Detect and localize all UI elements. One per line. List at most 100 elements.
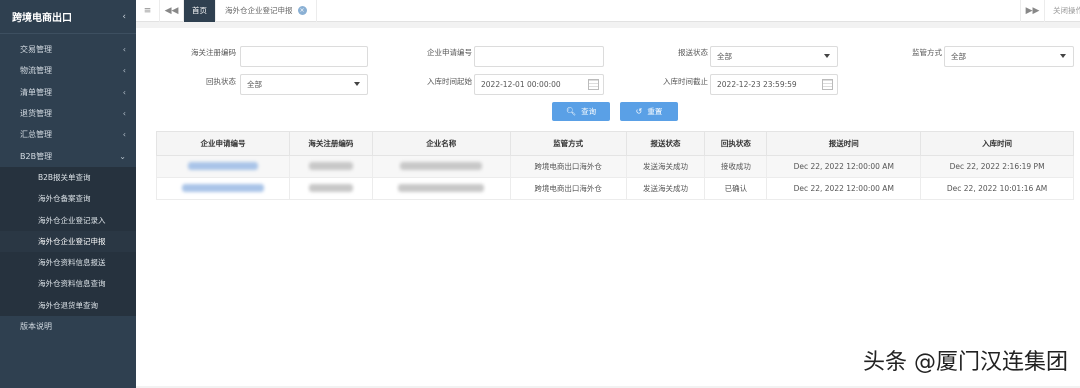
sidebar-item-label: 物流管理 [20, 66, 52, 76]
table-cell: Dec 22, 2022 12:00:00 AM [766, 155, 922, 178]
sidebar-subitem-b2b-declaration[interactable]: B2B报关单查询 [0, 167, 136, 188]
sidebar-brand: 跨境电商出口 ‹ [0, 0, 136, 34]
supervision-label: 监管方式 [912, 48, 942, 57]
customs-code-input[interactable] [240, 46, 368, 67]
entry-end-input[interactable]: 2022-12-23 23:59:59 [710, 74, 838, 95]
table-cell: 跨境电商出口海外仓 [509, 155, 627, 178]
redacted-enterprise-name [398, 183, 485, 192]
sidebar: 跨境电商出口 ‹ 交易管理 ‹ 物流管理 ‹ 清单管理 ‹ 退货管理 ‹ 汇总管理 ‹ B… [0, 0, 136, 388]
redacted-customs-code [308, 161, 353, 170]
table-cell: 接收成功 [704, 155, 768, 178]
enterprise-no-label: 企业申请编号 [427, 48, 472, 57]
results-table: 企业申请编号 海关注册编码 企业名称 监管方式 报送状态 回执状态 报送时间 入… [156, 131, 1074, 200]
supervision-select[interactable]: 全部 [944, 46, 1074, 67]
enterprise-no-input[interactable] [474, 46, 604, 67]
close-tab-icon[interactable]: × [297, 6, 307, 15]
dropdown-caret-icon [824, 54, 830, 58]
report-status-label: 报送状态 [678, 48, 708, 57]
sidebar-subitem-info-query[interactable]: 海外仓资料信息查询 [0, 273, 136, 294]
dropdown-caret-icon [354, 82, 360, 86]
query-button-label: 查询 [581, 107, 597, 116]
column-header[interactable]: 海关注册编码 [288, 131, 373, 156]
table-cell-redacted [288, 155, 373, 178]
dropdown-caret-icon [1060, 54, 1066, 58]
chevron-left-icon: ‹ [122, 130, 126, 140]
supervision-value: 全部 [951, 52, 966, 61]
table-cell-redacted [288, 177, 373, 200]
sidebar-subitem-info-submit[interactable]: 海外仓资料信息报送 [0, 252, 136, 273]
tab-label: 海外仓企业登记申报 [225, 6, 293, 15]
entry-end-value: 2022-12-23 23:59:59 [717, 80, 797, 89]
sidebar-item-trade[interactable]: 交易管理 ‹ [0, 39, 136, 60]
sidebar-subitem-warehouse-record[interactable]: 海外仓备案查询 [0, 188, 136, 209]
sidebar-subitem-enterprise-declare[interactable]: 海外仓企业登记申报 [0, 230, 136, 252]
calendar-icon[interactable] [822, 79, 833, 90]
column-header[interactable]: 企业名称 [371, 131, 511, 156]
redacted-enterprise-no [181, 183, 264, 192]
main-panel: 海关注册编码 企业申请编号 报送状态 全部 监管方式 全部 回执状态 全部 入库… [136, 28, 1080, 386]
table-cell: 发送海关成功 [625, 155, 706, 178]
menu-toggle-icon[interactable]: ≡ [136, 0, 160, 22]
b2b-submenu: B2B报关单查询 海外仓备案查询 海外仓企业登记录入 海外仓企业登记申报 海外仓… [0, 166, 136, 316]
redacted-enterprise-name [400, 161, 483, 170]
table-row[interactable]: 跨境电商出口海外仓 发送海关成功 已确认 Dec 22, 2022 12:00:… [156, 177, 1074, 200]
table-cell-redacted [156, 177, 290, 200]
column-header[interactable]: 监管方式 [509, 131, 627, 156]
collapse-chevron-icon[interactable]: ‹ [122, 12, 126, 22]
top-tab-bar: ≡ ◀◀ 首页 海外仓企业登记申报 × ▶▶ 关闭操作 [136, 0, 1080, 22]
sidebar-item-label: 退货管理 [20, 109, 52, 119]
table-cell: Dec 22, 2022 10:01:16 AM [920, 177, 1074, 200]
entry-end-label: 入库时间截止 [663, 77, 708, 86]
query-button[interactable]: 🔍︎ 查询 [552, 102, 610, 121]
sidebar-item-logistics[interactable]: 物流管理 ‹ [0, 60, 136, 81]
receipt-status-select[interactable]: 全部 [240, 74, 368, 95]
column-header[interactable]: 报送状态 [625, 131, 706, 156]
scroll-left-icon[interactable]: ◀◀ [160, 0, 184, 22]
sidebar-menu: 交易管理 ‹ 物流管理 ‹ 清单管理 ‹ 退货管理 ‹ 汇总管理 ‹ B2B管理 ⌄ B2B… [0, 39, 136, 337]
column-header[interactable]: 入库时间 [920, 131, 1074, 156]
sidebar-item-returns[interactable]: 退货管理 ‹ [0, 103, 136, 124]
table-cell-redacted [371, 155, 511, 178]
table-cell: 已确认 [704, 177, 768, 200]
sidebar-item-version[interactable]: 版本说明 [0, 316, 136, 337]
receipt-status-value: 全部 [247, 80, 262, 89]
entry-start-value: 2022-12-01 00:00:00 [481, 80, 561, 89]
sidebar-item-list[interactable]: 清单管理 ‹ [0, 82, 136, 103]
calendar-icon[interactable] [588, 79, 599, 90]
scroll-right-icon[interactable]: ▶▶ [1020, 0, 1044, 22]
table-cell: 发送海关成功 [625, 177, 706, 200]
chevron-left-icon: ‹ [122, 109, 126, 119]
entry-start-label: 入库时间起始 [427, 77, 472, 86]
column-header[interactable]: 企业申请编号 [156, 131, 290, 156]
sidebar-subitem-enterprise-entry[interactable]: 海外仓企业登记录入 [0, 209, 136, 230]
watermark-text: 头条 @厦门汉连集团 [863, 350, 1068, 375]
entry-start-input[interactable]: 2022-12-01 00:00:00 [474, 74, 604, 95]
sidebar-item-label: 版本说明 [20, 322, 52, 331]
sidebar-subitem-return-query[interactable]: 海外仓退货单查询 [0, 295, 136, 316]
table-cell: Dec 22, 2022 12:00:00 AM [766, 177, 922, 200]
redacted-enterprise-no [187, 161, 258, 170]
column-header[interactable]: 报送时间 [766, 131, 922, 156]
sidebar-item-b2b[interactable]: B2B管理 ⌄ [0, 145, 136, 166]
sidebar-item-summary[interactable]: 汇总管理 ‹ [0, 124, 136, 145]
reset-button[interactable]: ↺ 重置 [620, 102, 678, 121]
table-header-row: 企业申请编号 海关注册编码 企业名称 监管方式 报送状态 回执状态 报送时间 入… [156, 131, 1074, 156]
receipt-status-label: 回执状态 [206, 77, 236, 86]
sidebar-title: 跨境电商出口 [12, 13, 72, 24]
customs-code-label: 海关注册编码 [191, 48, 236, 57]
column-header[interactable]: 回执状态 [704, 131, 768, 156]
table-row[interactable]: 跨境电商出口海外仓 发送海关成功 接收成功 Dec 22, 2022 12:00… [156, 155, 1074, 178]
search-icon: 🔍︎ [565, 107, 577, 116]
table-cell-redacted [371, 177, 511, 200]
close-operations-button[interactable]: 关闭操作 [1044, 0, 1080, 22]
sidebar-item-label: 交易管理 [20, 45, 52, 55]
chevron-down-icon: ⌄ [119, 151, 126, 161]
chevron-left-icon: ‹ [122, 45, 126, 55]
refresh-icon: ↺ [635, 107, 643, 116]
sidebar-item-label: B2B管理 [20, 151, 53, 161]
tab-home[interactable]: 首页 [184, 0, 216, 22]
table-cell-redacted [156, 155, 290, 178]
report-status-select[interactable]: 全部 [710, 46, 838, 67]
chevron-left-icon: ‹ [122, 66, 126, 76]
tab-enterprise-declare[interactable]: 海外仓企业登记申报 × [216, 0, 317, 22]
